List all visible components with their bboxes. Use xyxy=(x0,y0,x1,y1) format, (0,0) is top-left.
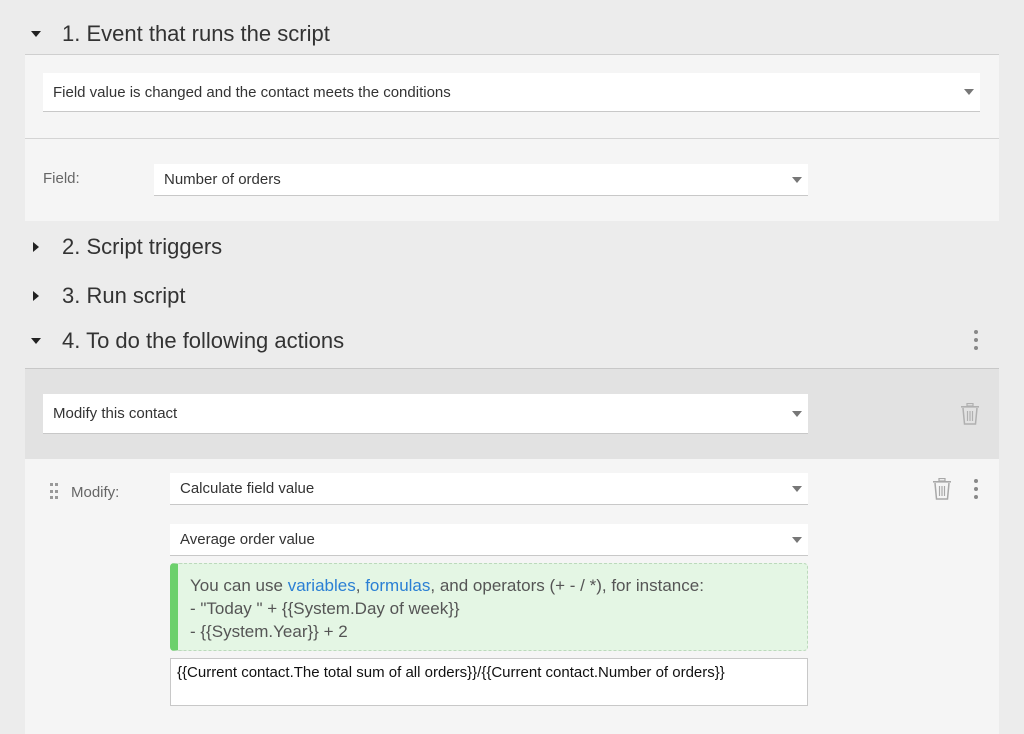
section-1-title: 1. Event that runs the script xyxy=(62,21,330,46)
chevron-down-icon xyxy=(792,176,802,183)
field-value: Number of orders xyxy=(164,171,281,188)
collapse-caret-icon[interactable] xyxy=(26,24,46,44)
modify-label: Modify: xyxy=(71,484,120,501)
modify-more-icon[interactable] xyxy=(974,479,978,499)
chevron-down-icon xyxy=(792,485,802,492)
action-type-value: Modify this contact xyxy=(53,405,178,422)
expand-caret-icon[interactable] xyxy=(26,237,46,257)
formula-input[interactable]: {{Current contact.The total sum of all o… xyxy=(170,658,808,706)
formula-hint: You can use variables, formulas, and ope… xyxy=(170,563,808,651)
target-field-select[interactable]: Average order value xyxy=(170,524,808,556)
chevron-down-icon xyxy=(964,89,974,95)
section-2-title: 2. Script triggers xyxy=(62,234,223,259)
chevron-down-icon xyxy=(792,536,802,543)
section-3-title: 3. Run script xyxy=(62,283,186,308)
divider xyxy=(25,138,999,139)
hint-example-2: - {{System.Year}} + 2 xyxy=(190,622,348,641)
hint-line-1: You can use variables, formulas, and ope… xyxy=(190,574,807,597)
drag-handle-icon[interactable] xyxy=(50,483,58,501)
delete-modify-icon[interactable] xyxy=(932,478,952,500)
chevron-down-icon xyxy=(792,410,802,417)
field-select[interactable]: Number of orders xyxy=(154,164,808,196)
variables-link[interactable]: variables xyxy=(288,576,356,595)
formulas-link[interactable]: formulas xyxy=(365,576,430,595)
modify-mode-value: Calculate field value xyxy=(180,480,315,497)
action-type-select[interactable]: Modify this contact xyxy=(43,394,808,434)
section-3-header[interactable]: 3. Run script xyxy=(26,278,186,314)
hint-example-1: - "Today " + {{System.Day of week}} xyxy=(190,599,460,618)
section-2-header[interactable]: 2. Script triggers xyxy=(26,229,222,265)
hint-text: , xyxy=(355,576,366,595)
event-type-value: Field value is changed and the contact m… xyxy=(53,83,451,101)
section-4-title: 4. To do the following actions xyxy=(62,328,345,353)
target-field-value: Average order value xyxy=(180,531,315,548)
event-type-select[interactable]: Field value is changed and the contact m… xyxy=(43,73,980,112)
modify-mode-select[interactable]: Calculate field value xyxy=(170,473,808,505)
hint-text: You can use xyxy=(190,576,288,595)
expand-caret-icon[interactable] xyxy=(26,286,46,306)
delete-action-icon[interactable] xyxy=(960,403,980,425)
section-4-more-icon[interactable] xyxy=(974,330,978,350)
hint-text: , and operators (+ - / *), for instance: xyxy=(430,576,704,595)
field-label: Field: xyxy=(43,170,80,187)
section-1-header[interactable]: 1. Event that runs the script xyxy=(26,16,330,52)
collapse-caret-icon[interactable] xyxy=(26,331,46,351)
section-4-header[interactable]: 4. To do the following actions xyxy=(26,323,344,359)
